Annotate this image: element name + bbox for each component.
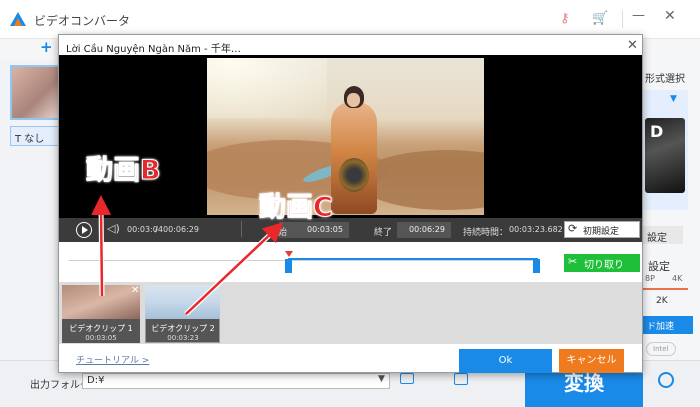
playhead-marker[interactable] <box>285 251 293 257</box>
add-file-icon[interactable]: + <box>40 38 53 56</box>
chevron-down-icon[interactable]: ▼ <box>670 94 677 104</box>
quality-slider[interactable] <box>643 288 688 290</box>
key-icon[interactable]: ⚷ <box>560 11 570 26</box>
output-folder-input[interactable]: D:¥ <box>82 373 390 389</box>
titlebar-divider <box>622 10 623 28</box>
clip-close-icon[interactable]: ✕ <box>131 285 139 296</box>
trim-end-handle[interactable] <box>533 259 540 273</box>
cancel-button[interactable]: キャンセル <box>559 349 624 373</box>
close-icon[interactable]: ✕ <box>664 8 676 24</box>
timeline-selection[interactable] <box>288 258 538 260</box>
annotation-label-c: 動画C <box>259 192 334 224</box>
format-select-label: 形式選択 <box>645 74 685 85</box>
timeline-track[interactable] <box>69 260 539 261</box>
folder-icon[interactable] <box>400 373 414 384</box>
total-time: 00:06:29 <box>163 225 199 234</box>
minimize-icon[interactable]: — <box>632 8 645 23</box>
control-divider <box>241 221 242 237</box>
start-label: 開始 <box>269 228 288 238</box>
end-time-input[interactable]: 00:06:29 <box>397 222 451 238</box>
video-sky-glow <box>207 58 327 118</box>
dialog-close-icon[interactable]: ✕ <box>627 38 638 53</box>
open-folder-icon[interactable] <box>454 373 468 385</box>
video-dancer-face <box>347 93 360 107</box>
intel-toggle[interactable]: Intel <box>646 342 676 356</box>
clip-thumbnail <box>145 285 220 319</box>
tutorial-link[interactable]: チュートリアル > <box>76 353 149 366</box>
scissors-icon: ✂ <box>568 255 578 268</box>
clip-thumbnail <box>62 285 140 319</box>
subtitle-none-label: なし <box>24 134 45 145</box>
quality-setting-label: 設定 <box>648 260 670 273</box>
refresh-icon: ⟳ <box>568 222 578 235</box>
dialog-title: Lời Cầu Nguyện Ngàn Năm - 千年… <box>66 44 241 55</box>
format-settings-button[interactable]: 設定 <box>643 226 683 244</box>
output-dropdown-icon[interactable]: ▼ <box>378 374 385 384</box>
hw-accel-button[interactable]: ド加速 <box>643 316 693 334</box>
ok-button[interactable]: Ok <box>459 349 552 373</box>
play-icon[interactable] <box>76 222 92 238</box>
clip-name: ビデオクリップ 1 <box>69 324 133 333</box>
app-title: ビデオコンバータ <box>34 14 131 28</box>
format-thumb-text: D <box>650 122 664 141</box>
time-separator: / <box>155 225 158 234</box>
res-label-4k: 4K <box>672 274 683 283</box>
video-stage <box>59 55 642 218</box>
alarm-clock-icon[interactable] <box>658 372 674 388</box>
start-time-input[interactable]: 00:03:05 <box>279 222 349 238</box>
duration-value: 00:03:23.682 <box>509 225 563 234</box>
annotation-label-b: 動画B <box>86 155 162 187</box>
subtitle-none-chip[interactable]: T なし <box>10 126 60 146</box>
res-label-2k: 2K <box>656 296 668 306</box>
file-thumbnail[interactable] <box>10 65 60 120</box>
text-icon: T <box>15 134 25 145</box>
cart-icon[interactable]: 🛒 <box>592 11 608 26</box>
clip-time: 00:03:23 <box>167 334 199 342</box>
video-drum <box>339 158 369 192</box>
duration-label: 持続時間： <box>463 228 509 238</box>
trim-dialog: Lời Cầu Nguyện Ngàn Năm - 千年… ✕ ◁) 00:03… <box>58 34 643 373</box>
trim-start-handle[interactable] <box>285 259 292 273</box>
clip-time: 00:03:05 <box>85 334 117 342</box>
app-logo-icon <box>10 12 26 26</box>
clip-name: ビデオクリップ 2 <box>151 324 215 333</box>
volume-icon[interactable]: ◁) <box>107 222 120 235</box>
res-label-8p: 8P <box>645 274 655 283</box>
end-label: 終了 <box>374 228 393 238</box>
timeline[interactable] <box>59 242 642 282</box>
video-preview[interactable] <box>207 58 484 215</box>
